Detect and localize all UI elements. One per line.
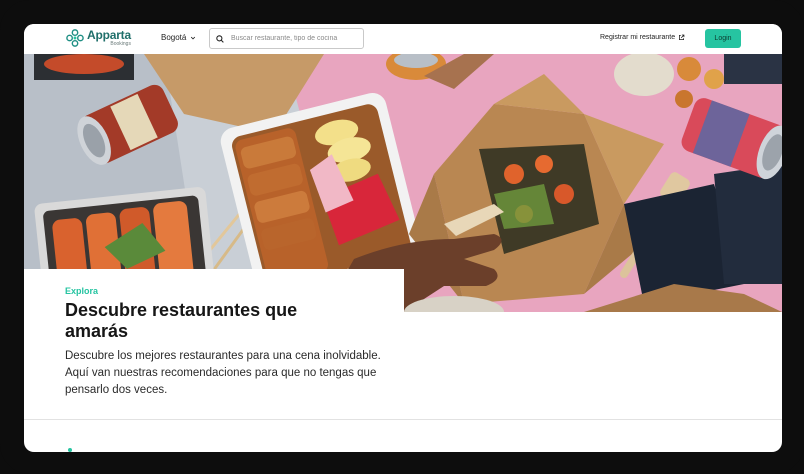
register-restaurant-link[interactable]: Registrar mi restaurante [600, 34, 685, 41]
section-divider [24, 419, 782, 420]
chevron-down-icon [191, 36, 196, 39]
apparta-logo-mark-icon [66, 29, 84, 47]
logo-link[interactable]: Apparta Bookings [66, 29, 131, 47]
external-link-icon [679, 34, 685, 40]
search-input[interactable] [231, 35, 351, 42]
city-selector[interactable]: Bogotá [161, 33, 196, 42]
hero-eyebrow: Explora [65, 286, 99, 296]
hero-title: Descubre restaurantes que amarás [65, 300, 298, 341]
search-box[interactable] [209, 28, 364, 49]
site-header: Apparta Bookings Bogotá Registrar mi res… [24, 24, 782, 54]
device-frame: Apparta Bookings Bogotá Registrar mi res… [0, 0, 804, 474]
hero-description: Descubre los mejores restaurantes para u… [65, 350, 381, 396]
logo-name: Apparta [87, 28, 131, 42]
register-restaurant-label: Registrar mi restaurante [600, 34, 676, 41]
browser-viewport: Apparta Bookings Bogotá Registrar mi res… [24, 24, 782, 452]
hero-text-card: Explora Descubre restaurantes que amarás… [24, 269, 404, 419]
city-label: Bogotá [161, 33, 187, 42]
login-button[interactable]: Login [705, 29, 741, 48]
next-section-marker [68, 448, 72, 452]
search-icon [216, 34, 224, 43]
